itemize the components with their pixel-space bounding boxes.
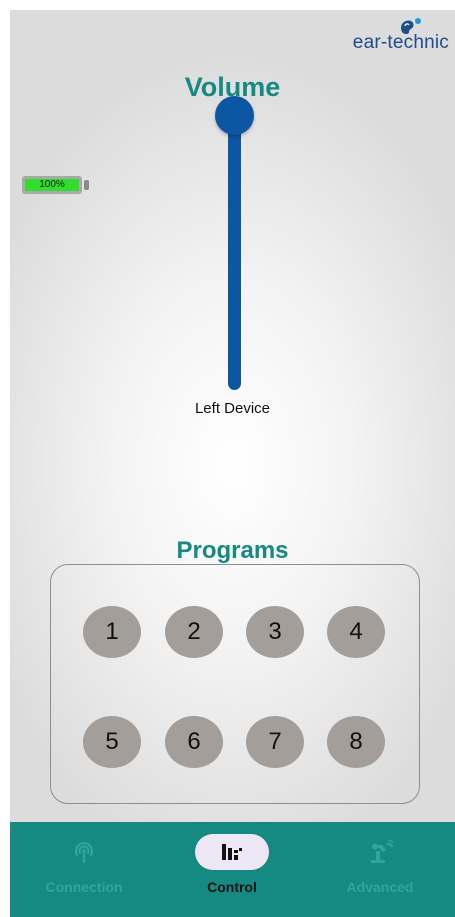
battery-cap bbox=[84, 180, 89, 190]
program-button-2[interactable]: 2 bbox=[165, 606, 223, 658]
program-button-4[interactable]: 4 bbox=[327, 606, 385, 658]
program-button-7[interactable]: 7 bbox=[246, 716, 304, 768]
nav-icon-container bbox=[47, 834, 121, 870]
nav-label-control: Control bbox=[207, 879, 257, 895]
program-button-3[interactable]: 3 bbox=[246, 606, 304, 658]
device-label: Left Device bbox=[194, 400, 271, 417]
program-button-1[interactable]: 1 bbox=[83, 606, 141, 658]
brand-logo: ear-technic bbox=[353, 18, 449, 54]
programs-title: Programs bbox=[176, 537, 289, 564]
nav-label-connection: Connection bbox=[45, 879, 123, 895]
nav-icon-container bbox=[343, 834, 417, 870]
volume-slider-thumb[interactable] bbox=[215, 96, 254, 135]
nav-item-connection[interactable]: Connection bbox=[24, 834, 144, 895]
nav-label-advanced: Advanced bbox=[346, 879, 414, 895]
battery-level: 100% bbox=[25, 179, 79, 191]
nav-item-advanced[interactable]: Advanced bbox=[320, 834, 440, 895]
programs-panel: 1 2 3 4 5 6 7 8 bbox=[50, 564, 420, 804]
equalizer-icon bbox=[222, 844, 242, 860]
volume-slider-track[interactable] bbox=[228, 120, 241, 390]
ear-logo-icon bbox=[401, 18, 421, 35]
signal-icon bbox=[74, 842, 94, 864]
nav-item-control[interactable]: Control bbox=[172, 834, 292, 895]
nav-icon-container bbox=[195, 834, 269, 870]
program-button-8[interactable]: 8 bbox=[327, 716, 385, 768]
bottom-navigation: Connection Control Advanced bbox=[10, 822, 455, 917]
program-button-6[interactable]: 6 bbox=[165, 716, 223, 768]
control-screen: ear-technic Volume 100% Left Device Prog… bbox=[10, 10, 455, 917]
battery-indicator: 100% bbox=[22, 176, 82, 194]
program-button-5[interactable]: 5 bbox=[83, 716, 141, 768]
robot-arm-icon bbox=[371, 839, 394, 863]
